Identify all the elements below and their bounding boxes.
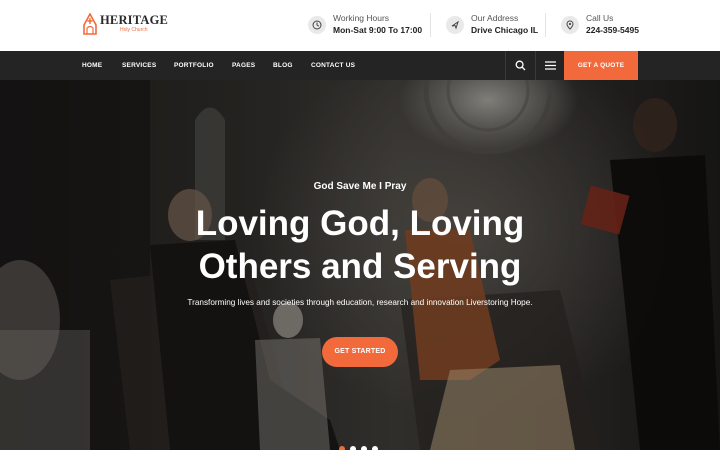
hero-headline-line-1: Loving God, Loving [195, 204, 525, 243]
brand-tagline: Holy Church [120, 27, 148, 33]
working-hours: Working Hours Mon-Sat 9:00 To 17:00 [308, 13, 422, 37]
top-header: HERITAGE Holy Church Working Hours Mon-S… [0, 0, 720, 51]
search-icon [515, 60, 526, 71]
nav-contact-us[interactable]: CONTACT US [311, 51, 355, 80]
divider [545, 13, 546, 37]
nav-blog[interactable]: BLOG [273, 51, 293, 80]
hero-headline-line-2: Others and Serving [198, 247, 522, 286]
get-a-quote-button[interactable]: GET A QUOTE [564, 51, 638, 80]
slider-dot-4[interactable] [372, 446, 378, 450]
phone-number[interactable]: 224-359-5495 [586, 24, 639, 37]
menu-button[interactable] [535, 51, 565, 80]
logo[interactable]: HERITAGE Holy Church [82, 13, 168, 35]
slider-dot-3[interactable] [361, 446, 367, 450]
hero-subtext: Transforming lives and societies through… [187, 298, 533, 307]
brand-name: HERITAGE [100, 13, 169, 27]
hero-headline: Loving God, Loving Others and Serving [0, 202, 720, 288]
call-us-label: Call Us [586, 13, 614, 23]
nav-pages[interactable]: PAGES [232, 51, 255, 80]
menu-icon [545, 61, 556, 70]
working-hours-value: Mon-Sat 9:00 To 17:00 [333, 25, 423, 35]
hero-kicker: God Save Me I Pray [313, 181, 407, 192]
address: Our Address Drive Chicago IL [446, 13, 538, 37]
location-icon [446, 16, 464, 34]
address-value: Drive Chicago IL [471, 25, 539, 35]
clock-icon [308, 16, 326, 34]
divider [430, 13, 431, 37]
church-logo-icon [83, 13, 97, 35]
phone-icon [561, 16, 579, 34]
slider-pagination [339, 446, 383, 450]
call-us: Call Us 224-359-5495 [561, 13, 639, 37]
nav-home[interactable]: HOME [82, 51, 102, 80]
nav-services[interactable]: SERVICES [122, 51, 156, 80]
search-button[interactable] [505, 51, 535, 80]
working-hours-label: Working Hours [333, 13, 390, 23]
get-started-button[interactable]: GET STARTED [322, 337, 398, 367]
address-label: Our Address [471, 13, 519, 23]
hero-slider: God Save Me I Pray Loving God, Loving Ot… [0, 80, 720, 450]
nav-portfolio[interactable]: PORTFOLIO [174, 51, 214, 80]
slider-dot-2[interactable] [350, 446, 356, 450]
slider-dot-1[interactable] [339, 446, 345, 450]
